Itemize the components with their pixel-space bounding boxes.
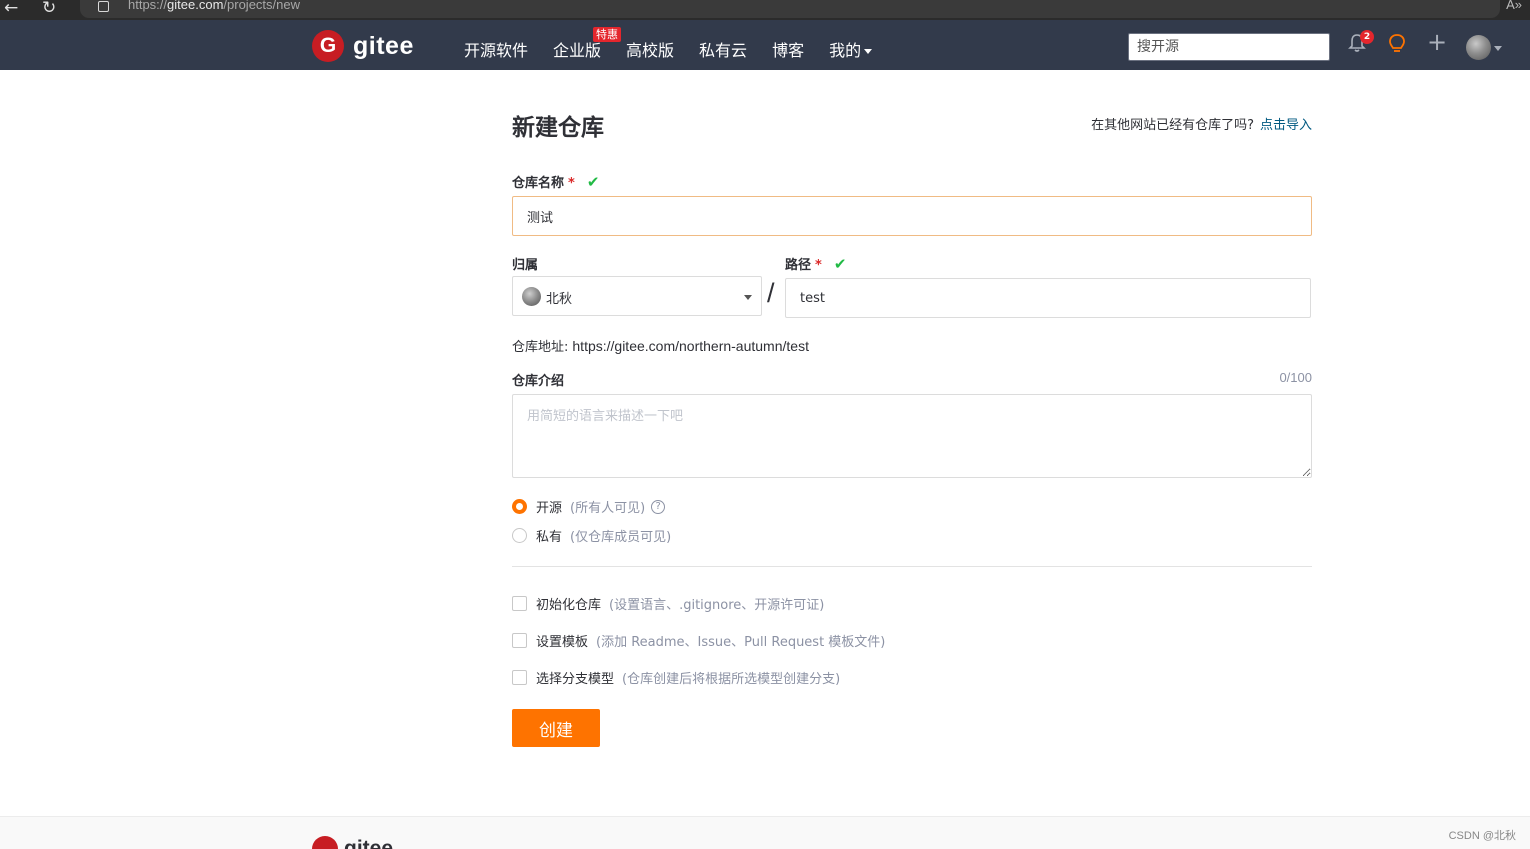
footer-logo[interactable]: gitee [312, 836, 393, 849]
repo-name-input[interactable] [512, 196, 1312, 236]
watermark: CSDN @北秋 [1448, 830, 1516, 842]
back-arrow-icon[interactable]: ← [4, 0, 18, 18]
owner-avatar [522, 287, 541, 306]
radio-private[interactable] [512, 528, 527, 543]
repo-name-label: 仓库名称 * ✔ [512, 172, 599, 191]
promo-badge: 特惠 [593, 27, 622, 42]
logo-text: gitee [353, 31, 414, 60]
url-text: https://gitee.com/projects/new [128, 0, 300, 12]
option-branch-model-label: 选择分支模型 [536, 672, 615, 687]
option-branch-model[interactable]: 选择分支模型 (仓库创建后将根据所选模型创建分支) [512, 668, 840, 687]
owner-name: 北秋 [546, 292, 573, 307]
owner-select[interactable]: 北秋 [512, 276, 762, 316]
option-init-repo-hint: (设置语言、.gitignore、开源许可证) [609, 598, 825, 613]
required-mark: * [815, 258, 822, 273]
option-template[interactable]: 设置模板 (添加 Readme、Issue、Pull Request 模板文件) [512, 631, 885, 650]
repo-url-label: 仓库地址: [512, 340, 569, 355]
reload-icon[interactable]: ↻ [42, 0, 56, 18]
nav-mine[interactable]: 我的 [829, 37, 873, 61]
radio-public[interactable] [512, 499, 527, 514]
repo-url: 仓库地址: https://gitee.com/northern-autumn/t… [512, 336, 809, 355]
visibility-public-label: 开源 [536, 501, 563, 516]
checkbox-branch-model[interactable] [512, 670, 527, 685]
nav-education[interactable]: 高校版 [626, 37, 674, 61]
check-icon: ✔ [586, 173, 600, 191]
gitee-logo[interactable]: G gitee [312, 30, 414, 62]
required-mark: * [568, 176, 575, 191]
nav-enterprise-label: 企业版 [553, 41, 602, 60]
path-label-text: 路径 [785, 258, 812, 273]
nav-mine-label: 我的 [829, 41, 862, 60]
import-link[interactable]: 点击导入 [1260, 118, 1312, 133]
checkbox-init-repo[interactable] [512, 596, 527, 611]
browser-toolbar: ← ↻ https://gitee.com/projects/new A» [0, 0, 1530, 20]
option-template-hint: (添加 Readme、Issue、Pull Request 模板文件) [596, 635, 886, 650]
import-hint: 在其他网站已经有仓库了吗? 点击导入 [1091, 114, 1312, 133]
nav-private-cloud[interactable]: 私有云 [699, 37, 747, 61]
path-label: 路径 * ✔ [785, 254, 846, 273]
visibility-private-hint: (仅仓库成员可见) [570, 530, 672, 545]
option-template-label: 设置模板 [536, 635, 589, 650]
address-bar[interactable]: https://gitee.com/projects/new [80, 0, 1500, 18]
visibility-private[interactable]: 私有 (仅仓库成员可见) [512, 526, 671, 545]
gitee-logo-icon: G [312, 30, 344, 62]
chevron-down-icon [864, 49, 873, 54]
import-hint-text: 在其他网站已经有仓库了吗? [1091, 118, 1254, 133]
description-textarea[interactable] [512, 394, 1312, 478]
option-branch-model-hint: (仓库创建后将根据所选模型创建分支) [622, 672, 841, 687]
visibility-public-hint: (所有人可见) [570, 501, 646, 516]
gitee-logo-icon [312, 836, 338, 849]
checkbox-template[interactable] [512, 633, 527, 648]
visibility-public[interactable]: 开源 (所有人可见) ? [512, 497, 666, 516]
option-init-repo-label: 初始化仓库 [536, 598, 602, 613]
avatar-chevron-down-icon[interactable] [1494, 46, 1502, 51]
description-label: 仓库介绍 [512, 374, 565, 389]
owner-label: 归属 [512, 258, 539, 273]
option-init-repo[interactable]: 初始化仓库 (设置语言、.gitignore、开源许可证) [512, 594, 824, 613]
page-title: 新建仓库 [512, 115, 604, 141]
user-avatar[interactable] [1466, 35, 1491, 60]
nav-blog[interactable]: 博客 [772, 37, 804, 61]
description-char-count: 0/100 [1279, 370, 1312, 385]
chevron-down-icon [744, 295, 752, 300]
plus-icon[interactable]: + [1427, 29, 1447, 55]
nav-open-source[interactable]: 开源软件 [464, 37, 528, 61]
search-input[interactable] [1128, 33, 1330, 61]
nav-enterprise[interactable]: 企业版 特惠 [553, 27, 622, 61]
footer-logo-text: gitee [344, 837, 394, 849]
repo-url-value: https://gitee.com/northern-autumn/test [572, 338, 809, 354]
main-nav: 开源软件 企业版 特惠 高校版 私有云 博客 我的 [464, 27, 897, 61]
create-button[interactable]: 创建 [512, 709, 600, 747]
path-separator: / [767, 278, 775, 308]
repo-name-label-text: 仓库名称 [512, 176, 565, 191]
repo-path-input[interactable] [785, 278, 1311, 318]
check-icon: ✔ [833, 255, 847, 273]
notification-badge: 2 [1360, 30, 1374, 44]
lightbulb-icon[interactable] [1388, 33, 1406, 55]
site-footer: gitee CSDN @北秋 [0, 816, 1530, 849]
site-header: G gitee 开源软件 企业版特惠 高校版 私有云 博客 我的 2 + [0, 20, 1530, 70]
help-icon[interactable]: ? [651, 499, 666, 514]
visibility-private-label: 私有 [536, 530, 563, 545]
reader-mode-icon[interactable]: A» [1506, 0, 1522, 12]
site-info-icon[interactable] [98, 1, 109, 12]
divider [512, 566, 1312, 567]
